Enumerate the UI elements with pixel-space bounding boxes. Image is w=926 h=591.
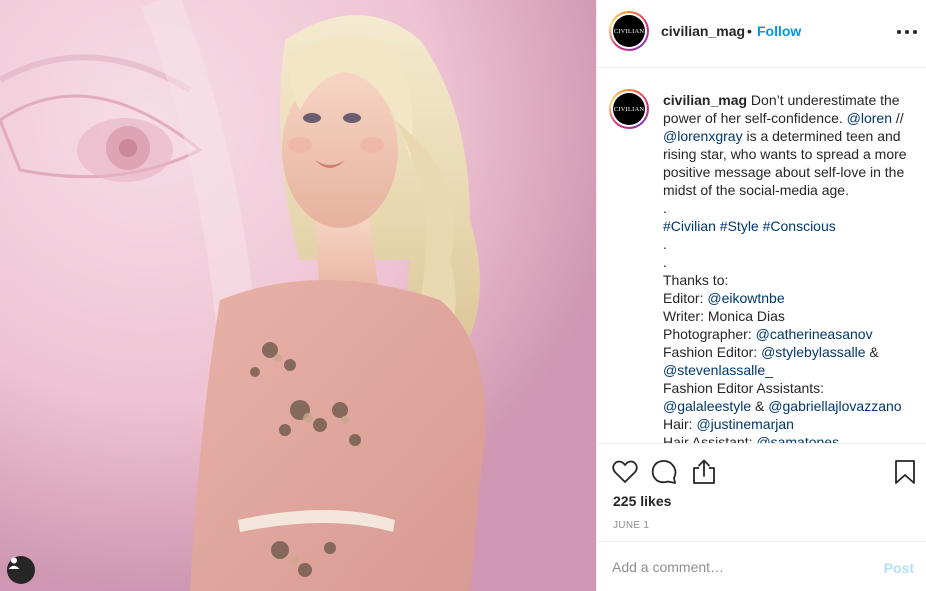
credit-mention[interactable]: @stylebylassalle — [761, 344, 865, 360]
caption-hashtags[interactable]: #Civilian #Style #Conscious — [663, 217, 919, 235]
more-icon[interactable] — [897, 24, 917, 40]
post-date: JUNE 1 — [613, 520, 650, 531]
comment-button[interactable] — [650, 458, 678, 486]
caption-mention[interactable]: @lorenxgray — [663, 128, 743, 144]
caption-area[interactable]: CIVILIAN civilian_mag Don’t underestimat… — [597, 69, 926, 443]
follow-button[interactable]: Follow — [757, 23, 801, 39]
credit-mention[interactable]: @justinemarjan — [696, 416, 793, 432]
credit-line: @galaleestyle & @gabriellajlovazzano — [663, 398, 902, 414]
post-header: CIVILIAN civilian_mag • Follow — [597, 0, 926, 68]
save-button[interactable] — [891, 458, 919, 486]
post-side-panel: CIVILIAN civilian_mag • Follow CIVILIAN … — [596, 0, 926, 591]
credit-mention[interactable]: @stevenlassalle_ — [663, 362, 773, 378]
comment-icon — [651, 460, 677, 484]
credit-mention[interactable]: @eikowtnbe — [707, 290, 784, 306]
heart-icon — [612, 460, 638, 483]
credit-line: Fashion Editor: @stylebylassalle & — [663, 344, 879, 360]
caption-dot: . — [663, 236, 667, 252]
credit-line: Writer: Monica Dias — [663, 308, 785, 324]
caption-avatar[interactable]: CIVILIAN — [609, 89, 649, 129]
caption-avatar-logo: CIVILIAN — [613, 93, 645, 125]
photo-illustration — [0, 0, 596, 591]
avatar[interactable]: CIVILIAN — [609, 11, 649, 51]
caption-text: // — [892, 110, 904, 126]
comment-input[interactable] — [612, 557, 862, 577]
caption-mention[interactable]: @loren — [847, 110, 892, 126]
user-tags-button[interactable] — [7, 556, 35, 584]
caption-username[interactable]: civilian_mag — [663, 92, 747, 108]
comment-form: Post — [597, 541, 926, 591]
credit-mention[interactable]: @gabriellajlovazzano — [768, 398, 901, 414]
header-separator: • — [747, 23, 752, 39]
avatar-logo: CIVILIAN — [613, 15, 645, 47]
like-button[interactable] — [611, 458, 639, 486]
share-button[interactable] — [690, 458, 718, 486]
caption-dot: . — [663, 254, 667, 270]
credit-mention[interactable]: @samatones — [756, 434, 839, 443]
credit-line: Hair Assistant: @samatones — [663, 433, 919, 443]
caption-thanks: Thanks to: — [663, 272, 729, 288]
post-photo[interactable] — [0, 0, 596, 591]
credit-mention[interactable]: @galaleestyle — [663, 398, 751, 414]
caption-dot: . — [663, 200, 667, 216]
credit-line: @stevenlassalle_ — [663, 361, 919, 379]
user-tag-icon — [8, 557, 20, 569]
share-icon — [693, 459, 715, 484]
post-actions: 225 likes JUNE 1 — [597, 443, 926, 540]
bookmark-icon — [895, 460, 915, 484]
likes-count[interactable]: 225 likes — [613, 493, 671, 509]
credit-line: Fashion Editor Assistants: — [663, 380, 825, 396]
credit-mention[interactable]: @catherineasanov — [756, 326, 873, 342]
post-comment-button[interactable]: Post — [884, 560, 914, 576]
credit-line: Editor: @eikowtnbe — [663, 290, 785, 306]
credit-line: Photographer: @catherineasanov — [663, 326, 873, 342]
header-username[interactable]: civilian_mag — [661, 23, 745, 39]
credit-line: Hair: @justinemarjan — [663, 416, 794, 432]
post-caption: civilian_mag Don’t underestimate the pow… — [663, 91, 919, 443]
